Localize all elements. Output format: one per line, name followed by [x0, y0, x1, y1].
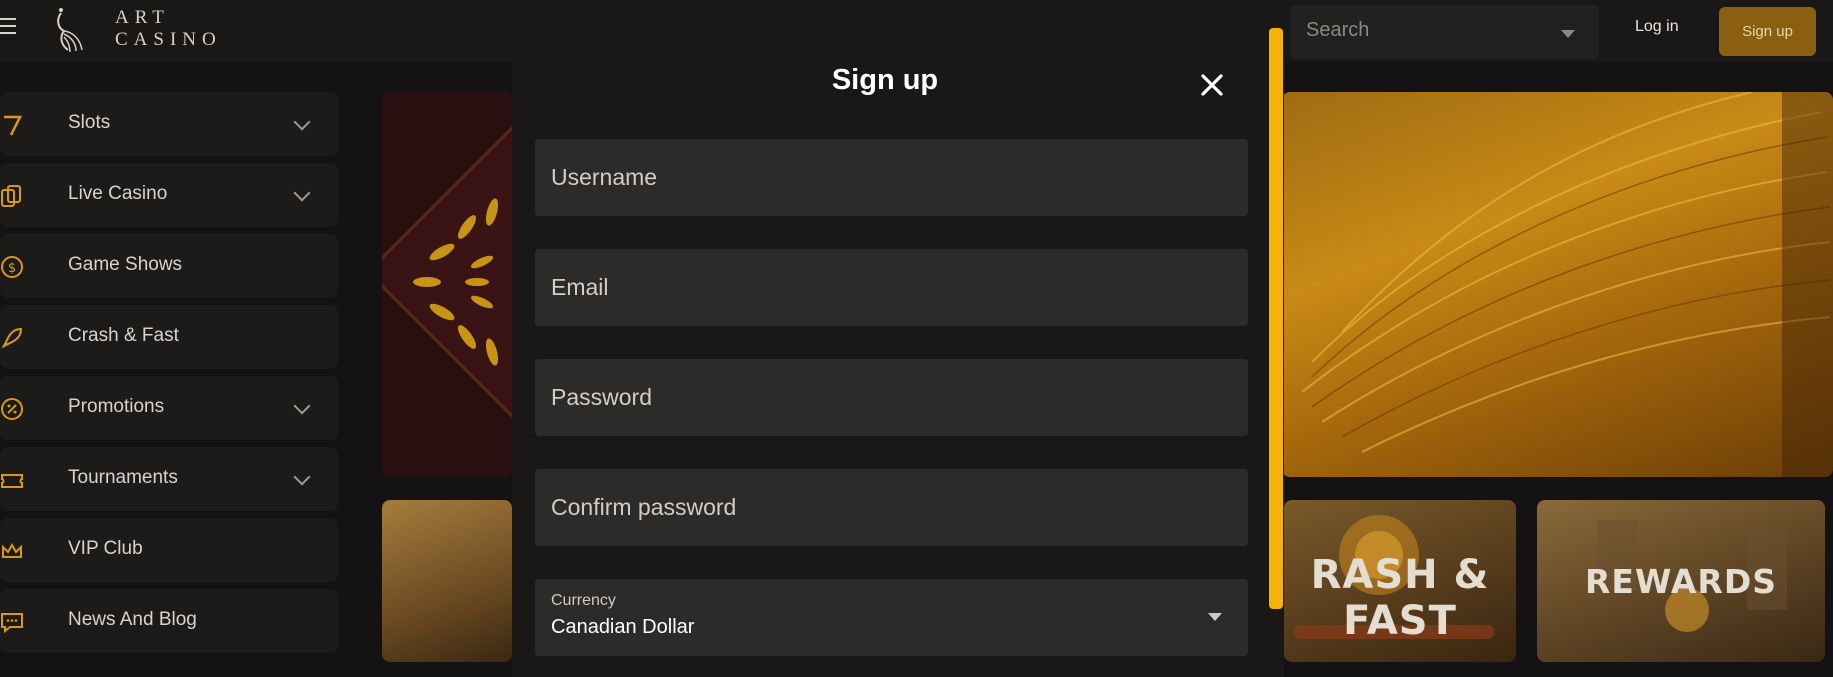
- search-dropdown[interactable]: Search: [1290, 5, 1599, 59]
- sidebar-item-label: Tournaments: [68, 467, 178, 488]
- login-button[interactable]: Log in: [1635, 18, 1679, 36]
- currency-select[interactable]: Currency Canadian Dollar: [535, 579, 1248, 656]
- currency-value: Canadian Dollar: [551, 616, 695, 638]
- promo-banner-left[interactable]: [382, 92, 512, 477]
- card-title: REWARDS: [1585, 562, 1777, 601]
- sidebar-item-label: Slots: [68, 112, 111, 133]
- svg-text:$: $: [8, 261, 16, 276]
- chevron-down-icon[interactable]: [293, 113, 311, 131]
- sidebar-item-label: Live Casino: [68, 183, 168, 204]
- email-field[interactable]: [535, 249, 1248, 326]
- sidebar-item-promotions[interactable]: Promotions: [0, 376, 338, 440]
- sidebar-item-label: News And Blog: [68, 609, 197, 630]
- sidebar-item-vip-club[interactable]: VIP Club: [0, 518, 338, 582]
- currency-label: Currency: [551, 592, 616, 609]
- chevron-down-icon[interactable]: [293, 397, 311, 415]
- coin-icon: $: [1, 256, 23, 278]
- chevron-down-icon[interactable]: [293, 184, 311, 202]
- game-card-left[interactable]: [382, 500, 512, 662]
- brand-name[interactable]: ART CASINO: [115, 7, 222, 51]
- peacock-logo-icon: [57, 8, 83, 53]
- caret-down-icon: [1561, 30, 1575, 38]
- chevron-down-icon[interactable]: [293, 468, 311, 486]
- menu-icon[interactable]: [0, 18, 16, 36]
- close-icon[interactable]: [1197, 70, 1227, 100]
- sidebar-item-crash-fast[interactable]: Crash & Fast: [0, 305, 338, 369]
- sidebar-nav: Slots Live Casino $ Game Shows Crash & F…: [0, 62, 360, 677]
- sidebar-item-label: Crash & Fast: [68, 325, 179, 346]
- search-placeholder: Search: [1306, 19, 1370, 41]
- sidebar-item-label: Promotions: [68, 396, 165, 417]
- brand-line-2: CASINO: [115, 29, 222, 50]
- password-field[interactable]: [535, 359, 1248, 436]
- modal-title: Sign up: [831, 64, 939, 96]
- sidebar-item-label: VIP Club: [68, 538, 143, 559]
- sidebar-item-slots[interactable]: Slots: [0, 92, 338, 156]
- sidebar-item-tournaments[interactable]: Tournaments: [0, 447, 338, 511]
- sidebar-item-game-shows[interactable]: $ Game Shows: [0, 234, 338, 298]
- modal-scrollbar[interactable]: [1269, 28, 1283, 609]
- slot-seven-icon: [4, 115, 23, 136]
- sidebar-item-live-casino[interactable]: Live Casino: [0, 163, 338, 227]
- golden-wing-artwork: [1301, 92, 1833, 477]
- card-title: RASH & FAST: [1310, 552, 1490, 644]
- sidebar-item-news-blog[interactable]: News And Blog: [0, 589, 338, 653]
- cards-icon: [1, 185, 21, 207]
- sunburst-artwork: [382, 92, 512, 458]
- signup-modal: Sign up Currency Canadian Dollar: [512, 28, 1284, 677]
- brand-line-1: ART: [115, 7, 170, 28]
- header-signup-button[interactable]: Sign up: [1719, 7, 1816, 56]
- chat-icon: [1, 613, 23, 634]
- rocket-icon: [1, 327, 23, 349]
- sidebar-item-label: Game Shows: [68, 254, 183, 275]
- promo-banner-right[interactable]: [1282, 92, 1833, 477]
- username-field[interactable]: [535, 139, 1248, 216]
- game-card-rewards[interactable]: REWARDS: [1537, 500, 1825, 662]
- confirm-password-field[interactable]: [535, 469, 1248, 546]
- game-card-crash-fast[interactable]: RASH & FAST: [1284, 500, 1516, 662]
- crown-icon: [2, 542, 22, 558]
- caret-down-icon: [1208, 613, 1222, 621]
- ticket-icon: [0, 474, 23, 488]
- percent-icon: [1, 398, 23, 420]
